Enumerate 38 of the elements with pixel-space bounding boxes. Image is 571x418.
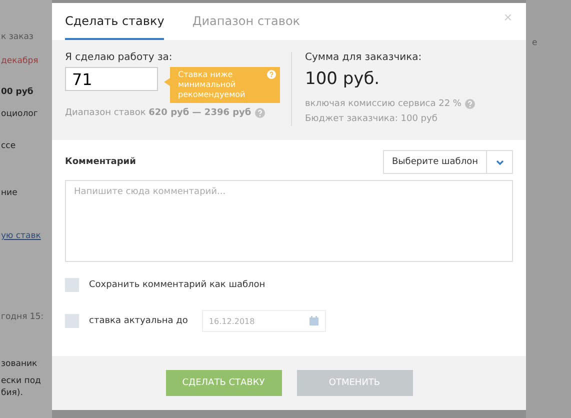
text-fragment: к заказ (1, 31, 34, 44)
text-fragment: зованик (1, 358, 38, 371)
text-fragment: бия). (1, 387, 23, 400)
text-fragment: 00 руб (1, 86, 34, 99)
text-fragment: ески под (1, 375, 41, 386)
date-field[interactable]: 16.12.2018 (202, 310, 326, 332)
bid-label: Я сделаю работу за: (65, 52, 174, 63)
help-icon[interactable] (255, 108, 266, 118)
tooltip-pointer (164, 78, 170, 86)
calendar-icon (308, 316, 319, 326)
text-fragment: е (532, 37, 538, 50)
checkbox-label: Сохранить комментарий как шаблон (89, 280, 266, 290)
comment-label: Комментарий (65, 157, 136, 167)
chevron-down-icon (496, 160, 504, 164)
text-fragment: ссе (1, 140, 16, 153)
help-icon[interactable] (465, 99, 476, 109)
bid-input[interactable]: 71 (65, 67, 158, 91)
link[interactable]: ую ставк (1, 229, 41, 310)
commission-text: включая комиссию сервиса 22 % (305, 99, 462, 109)
cancel-button[interactable]: ОТМЕНИТЬ (296, 370, 412, 396)
tab[interactable]: Диапазон ставок (192, 3, 300, 40)
text-fragment: оциолог (1, 108, 38, 121)
budget-text: Бюджет заказчика: 100 руб (305, 114, 438, 124)
submit-button[interactable]: СДЕЛАТЬ СТАВКУ (166, 370, 282, 396)
text-fragment: ние (1, 187, 18, 200)
text-fragment: декабря (1, 55, 38, 68)
warning-tooltip: Ставка ниже минимальной рекомендуемой (170, 67, 280, 103)
customer-sum-label: Сумма для заказчика: (305, 52, 423, 63)
close-button[interactable]: × (504, 9, 512, 25)
checkbox[interactable] (65, 314, 79, 328)
checkbox[interactable] (65, 278, 79, 292)
customer-amount: 100 руб. (305, 69, 381, 89)
text-fragment: годня 15: (1, 311, 44, 324)
comment-field[interactable]: Напишите сюда комментарий... (65, 180, 513, 262)
checkbox-label: ставка актуальна до (89, 316, 188, 326)
help-icon[interactable] (267, 70, 276, 79)
bid-range-text: Диапазон ставок 620 руб — 2396 руб (65, 108, 252, 118)
template-select[interactable]: Выберите шаблон (382, 150, 513, 174)
